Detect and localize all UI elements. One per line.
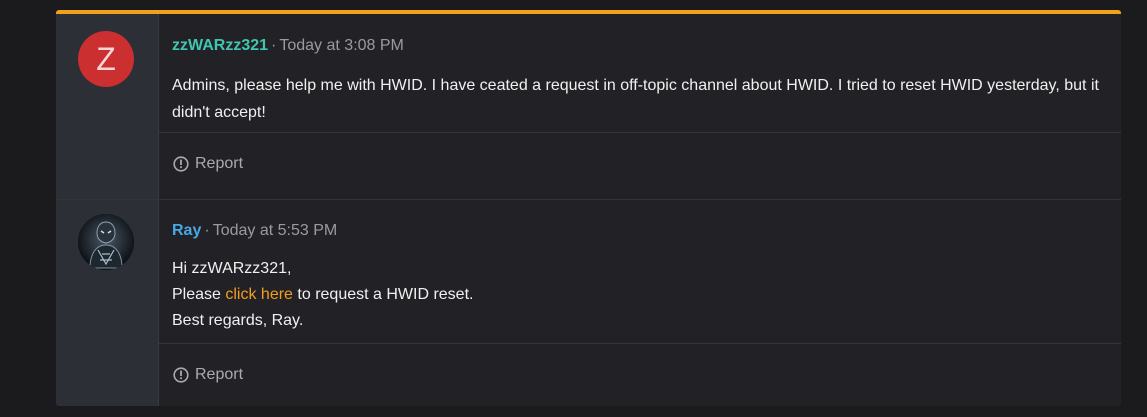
post-content: Hi zzWARzz321, Please click here to requ… <box>172 256 1101 334</box>
post-user-cell <box>56 200 159 406</box>
post-content: Admins, please help me with HWID. I have… <box>172 72 1101 126</box>
message-greeting: Hi zzWARzz321, <box>172 260 292 277</box>
thread-container: Z zzWARzz321 · Today at 3:08 PM Admins, pl… <box>56 10 1121 406</box>
avatar-image <box>78 214 134 270</box>
post-main-cell: zzWARzz321 · Today at 3:08 PM Admins, plea… <box>159 14 1121 199</box>
avatar[interactable] <box>78 214 134 270</box>
info-circle-icon <box>173 367 189 383</box>
click-here-link[interactable]: click here <box>225 286 293 303</box>
post: Ray · Today at 5:53 PM Hi zzWARzz321, Plea… <box>56 199 1121 406</box>
post-timestamp[interactable]: Today at 5:53 PM <box>213 222 338 239</box>
post-header: zzWARzz321 · Today at 3:08 PM <box>172 37 404 55</box>
report-button[interactable]: Report <box>173 155 243 173</box>
report-label: Report <box>195 366 244 383</box>
post-header: Ray · Today at 5:53 PM <box>172 222 337 240</box>
message-text: to request a HWID reset. <box>292 286 474 303</box>
message-text: Please <box>172 286 226 303</box>
header-separator: · <box>204 222 210 239</box>
message-text: Admins, please help me with HWID. I have… <box>172 77 1099 121</box>
post: Z zzWARzz321 · Today at 3:08 PM Admins, pl… <box>56 14 1121 199</box>
post-user-cell: Z <box>56 14 159 199</box>
username-link[interactable]: Ray <box>172 222 201 239</box>
avatar-letter: Z <box>96 40 116 77</box>
header-separator: · <box>271 37 277 54</box>
report-button[interactable]: Report <box>173 366 243 384</box>
message-line: Please click here to request a HWID rese… <box>172 282 1101 308</box>
post-footer: Report <box>159 132 1121 172</box>
avatar[interactable]: Z <box>78 31 134 87</box>
report-label: Report <box>195 155 244 172</box>
post-timestamp[interactable]: Today at 3:08 PM <box>279 37 404 54</box>
message-signoff: Best regards, Ray. <box>172 312 304 329</box>
username-link[interactable]: zzWARzz321 <box>172 37 268 54</box>
info-circle-icon <box>173 156 189 172</box>
post-main-cell: Ray · Today at 5:53 PM Hi zzWARzz321, Plea… <box>159 200 1121 406</box>
post-footer: Report <box>159 343 1121 383</box>
